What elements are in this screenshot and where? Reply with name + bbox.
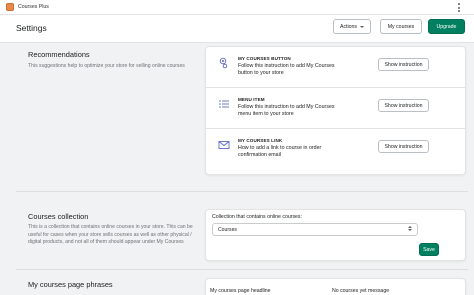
recommendation-label: MENU ITEM bbox=[238, 97, 265, 102]
collection-select-value: Courses bbox=[218, 226, 237, 233]
recommendations-description: This suggestions help to optimize your s… bbox=[28, 63, 185, 69]
mail-icon bbox=[218, 141, 230, 149]
recommendation-item: MY COURSES BUTTON Follow this instructio… bbox=[206, 47, 465, 88]
chevron-down-icon bbox=[360, 25, 364, 28]
my-courses-button[interactable]: My courses bbox=[380, 19, 422, 34]
recommendation-item: MY COURSES LINK How to add a link to cou… bbox=[206, 129, 465, 170]
collection-description: This is a collection that contains onlin… bbox=[28, 224, 193, 246]
show-instruction-button[interactable]: Show instruction bbox=[378, 58, 429, 71]
phrases-card: My courses page headline No courses yet … bbox=[205, 278, 466, 295]
list-icon bbox=[219, 100, 229, 108]
phrases-title: My courses page phrases bbox=[28, 280, 113, 289]
more-options-icon[interactable] bbox=[456, 3, 462, 12]
collection-field-label: Collection that contains online courses: bbox=[212, 214, 302, 220]
recommendation-label: MY COURSES LINK bbox=[238, 138, 283, 143]
no-courses-field-label: No courses yet message bbox=[332, 288, 390, 294]
recommendation-text: Follow this instruction to add My Course… bbox=[238, 104, 335, 118]
app-logo bbox=[6, 3, 14, 11]
recommendations-card: MY COURSES BUTTON Follow this instructio… bbox=[205, 46, 466, 175]
recommendations-title: Recommendations bbox=[28, 50, 90, 59]
recommendation-text: Follow this instruction to add My Course… bbox=[238, 63, 335, 77]
upgrade-button[interactable]: Upgrade bbox=[428, 19, 465, 34]
recommendation-item: MENU ITEM Follow this instruction to add… bbox=[206, 88, 465, 129]
collection-select[interactable]: Courses bbox=[212, 223, 418, 236]
link-gear-icon bbox=[219, 57, 228, 69]
collection-title: Courses collection bbox=[28, 212, 89, 221]
actions-label: Actions bbox=[339, 23, 357, 30]
headline-field-label: My courses page headline bbox=[210, 288, 271, 294]
app-name: Courses Plus bbox=[18, 4, 49, 10]
collection-card: Collection that contains online courses:… bbox=[205, 209, 466, 261]
actions-dropdown-button[interactable]: Actions bbox=[333, 19, 371, 34]
recommendation-label: MY COURSES BUTTON bbox=[238, 56, 291, 61]
show-instruction-button[interactable]: Show instruction bbox=[378, 99, 429, 112]
section-divider bbox=[16, 269, 468, 270]
section-divider bbox=[16, 191, 468, 192]
save-button[interactable]: Save bbox=[419, 243, 439, 256]
show-instruction-button[interactable]: Show instruction bbox=[378, 140, 429, 153]
select-arrows-icon bbox=[408, 226, 412, 231]
recommendation-text: How to add a link to course in order con… bbox=[238, 145, 322, 159]
page-title: Settings bbox=[16, 23, 47, 33]
app-bar: Courses Plus bbox=[0, 0, 474, 15]
